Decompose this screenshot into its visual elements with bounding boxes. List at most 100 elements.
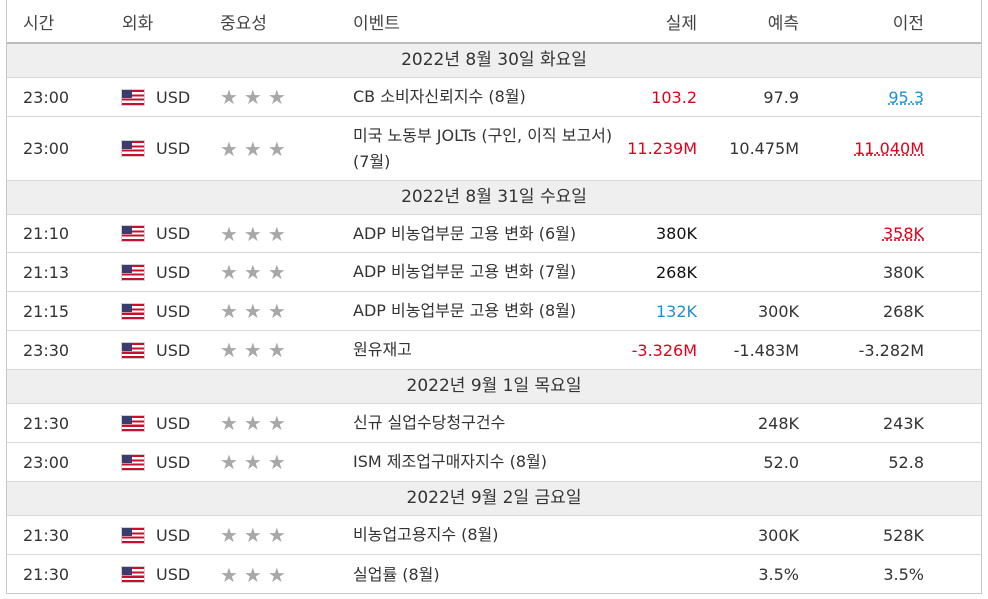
currency: USD (122, 443, 190, 481)
event-time: 21:30 (23, 565, 70, 584)
star-icon: ★★★ (220, 85, 292, 109)
us-flag-icon (122, 226, 144, 241)
event-name[interactable]: ADP 비농업부문 고용 변화 (7월) (353, 253, 615, 291)
currency: USD (122, 516, 190, 554)
event-name[interactable]: 비농업고용지수 (8월) (353, 516, 615, 554)
table-row[interactable]: 21:15 USD ★★★ ADP 비농업부문 고용 변화 (8월) 132K … (7, 292, 981, 331)
currency: USD (122, 215, 190, 252)
actual-value: -3.326M (631, 340, 697, 360)
previous-value: 380K (882, 262, 924, 282)
date-header: 2022년 8월 31일 수요일 (7, 181, 981, 215)
currency-code: USD (156, 413, 191, 433)
currency-code: USD (156, 565, 191, 584)
currency-code: USD (156, 301, 191, 321)
event-name[interactable]: ADP 비농업부문 고용 변화 (6월) (353, 215, 615, 252)
actual-value: 132K (655, 301, 697, 321)
table-row[interactable]: 21:30 USD ★★★ 신규 실업수당청구건수 248K 243K (7, 404, 981, 443)
us-flag-icon (122, 527, 144, 543)
event-time: 21:30 (23, 413, 70, 433)
event-time: 23:00 (23, 452, 70, 472)
currency-code: USD (156, 340, 191, 360)
previous-value: 52.8 (888, 452, 924, 472)
previous-value[interactable]: 358K (883, 215, 924, 252)
header-currency[interactable]: 외화 (122, 0, 153, 42)
currency: USD (122, 292, 190, 330)
star-icon: ★★★ (220, 450, 292, 474)
event-time: 23:30 (23, 340, 70, 360)
table-row[interactable]: 23:00 USD ★★★ 미국 노동부 JOLTs (구인, 이직 보고서) … (7, 117, 981, 181)
header-event[interactable]: 이벤트 (353, 0, 615, 42)
event-name[interactable]: ADP 비농업부문 고용 변화 (8월) (353, 292, 615, 330)
event-name[interactable]: ISM 제조업구매자지수 (8월) (353, 443, 615, 481)
star-icon: ★★★ (220, 338, 292, 362)
previous-value: 243K (882, 413, 924, 433)
event-time: 21:30 (23, 525, 70, 545)
previous-value: -3.282M (858, 340, 924, 360)
actual-value: 11.239M (627, 139, 697, 158)
us-flag-icon (122, 567, 144, 582)
us-flag-icon (122, 89, 144, 105)
star-icon: ★★★ (220, 523, 292, 547)
star-icon: ★★★ (220, 260, 292, 284)
actual-value: 380K (655, 224, 697, 243)
previous-value[interactable]: 11.040M (854, 117, 924, 180)
forecast-value: 248K (757, 413, 799, 433)
event-name[interactable]: 미국 노동부 JOLTs (구인, 이직 보고서) (7월) (353, 117, 615, 180)
forecast-value: 52.0 (763, 452, 799, 472)
star-icon: ★★★ (220, 136, 292, 161)
previous-value: 528K (882, 525, 924, 545)
currency: USD (122, 555, 190, 594)
table-row[interactable]: 21:10 USD ★★★ ADP 비농업부문 고용 변화 (6월) 380K … (7, 215, 981, 253)
event-name[interactable]: 실업률 (8월) (353, 555, 615, 594)
currency-code: USD (156, 525, 191, 545)
us-flag-icon (122, 342, 144, 358)
star-icon: ★★★ (220, 562, 292, 587)
star-icon: ★★★ (220, 221, 292, 246)
star-icon: ★★★ (220, 299, 292, 323)
event-time: 21:15 (23, 301, 70, 321)
currency: USD (122, 117, 190, 180)
table-row[interactable]: 21:30 USD ★★★ 비농업고용지수 (8월) 300K 528K (7, 516, 981, 555)
forecast-value: 10.475M (729, 139, 799, 158)
event-time: 23:00 (23, 139, 70, 158)
actual-value: 103.2 (651, 87, 697, 107)
currency-code: USD (156, 262, 191, 282)
event-name[interactable]: CB 소비자신뢰지수 (8월) (353, 78, 615, 116)
star-icon: ★★★ (220, 411, 292, 435)
table-row[interactable]: 23:00 USD ★★★ CB 소비자신뢰지수 (8월) 103.2 97.9… (7, 78, 981, 117)
forecast-value: 3.5% (758, 565, 799, 584)
header-previous[interactable]: 이전 (893, 0, 924, 42)
us-flag-icon (122, 141, 144, 156)
header-importance[interactable]: 중요성 (220, 0, 267, 42)
actual-value: 268K (655, 262, 697, 282)
date-header: 2022년 9월 2일 금요일 (7, 482, 981, 516)
date-header: 2022년 8월 30일 화요일 (7, 44, 981, 78)
event-name[interactable]: 원유재고 (353, 331, 615, 369)
header-forecast[interactable]: 예측 (768, 0, 799, 42)
table-row[interactable]: 23:00 USD ★★★ ISM 제조업구매자지수 (8월) 52.0 52.… (7, 443, 981, 482)
forecast-value: 300K (757, 301, 799, 321)
event-time: 21:10 (23, 224, 70, 243)
table-row[interactable]: 21:30 USD ★★★ 실업률 (8월) 3.5% 3.5% (7, 555, 981, 594)
previous-value[interactable]: 95.3 (888, 78, 924, 116)
currency-code: USD (156, 224, 191, 243)
date-header: 2022년 9월 1일 목요일 (7, 370, 981, 404)
currency: USD (122, 253, 190, 291)
currency-code: USD (156, 139, 191, 158)
forecast-value: 300K (757, 525, 799, 545)
currency-code: USD (156, 452, 191, 472)
currency: USD (122, 404, 190, 442)
table-row[interactable]: 23:30 USD ★★★ 원유재고 -3.326M -1.483M -3.28… (7, 331, 981, 370)
header-actual[interactable]: 실제 (666, 0, 697, 42)
currency: USD (122, 331, 190, 369)
us-flag-icon (122, 303, 144, 319)
header-time[interactable]: 시간 (23, 0, 54, 42)
us-flag-icon (122, 454, 144, 470)
economic-calendar-table: 시간 외화 중요성 이벤트 실제 예측 이전 2022년 8월 30일 화요일 … (6, 0, 982, 594)
previous-value: 268K (882, 301, 924, 321)
previous-value: 3.5% (883, 565, 924, 584)
event-time: 23:00 (23, 87, 70, 107)
forecast-value: -1.483M (733, 340, 799, 360)
table-row[interactable]: 21:13 USD ★★★ ADP 비농업부문 고용 변화 (7월) 268K … (7, 253, 981, 292)
event-name[interactable]: 신규 실업수당청구건수 (353, 404, 615, 442)
